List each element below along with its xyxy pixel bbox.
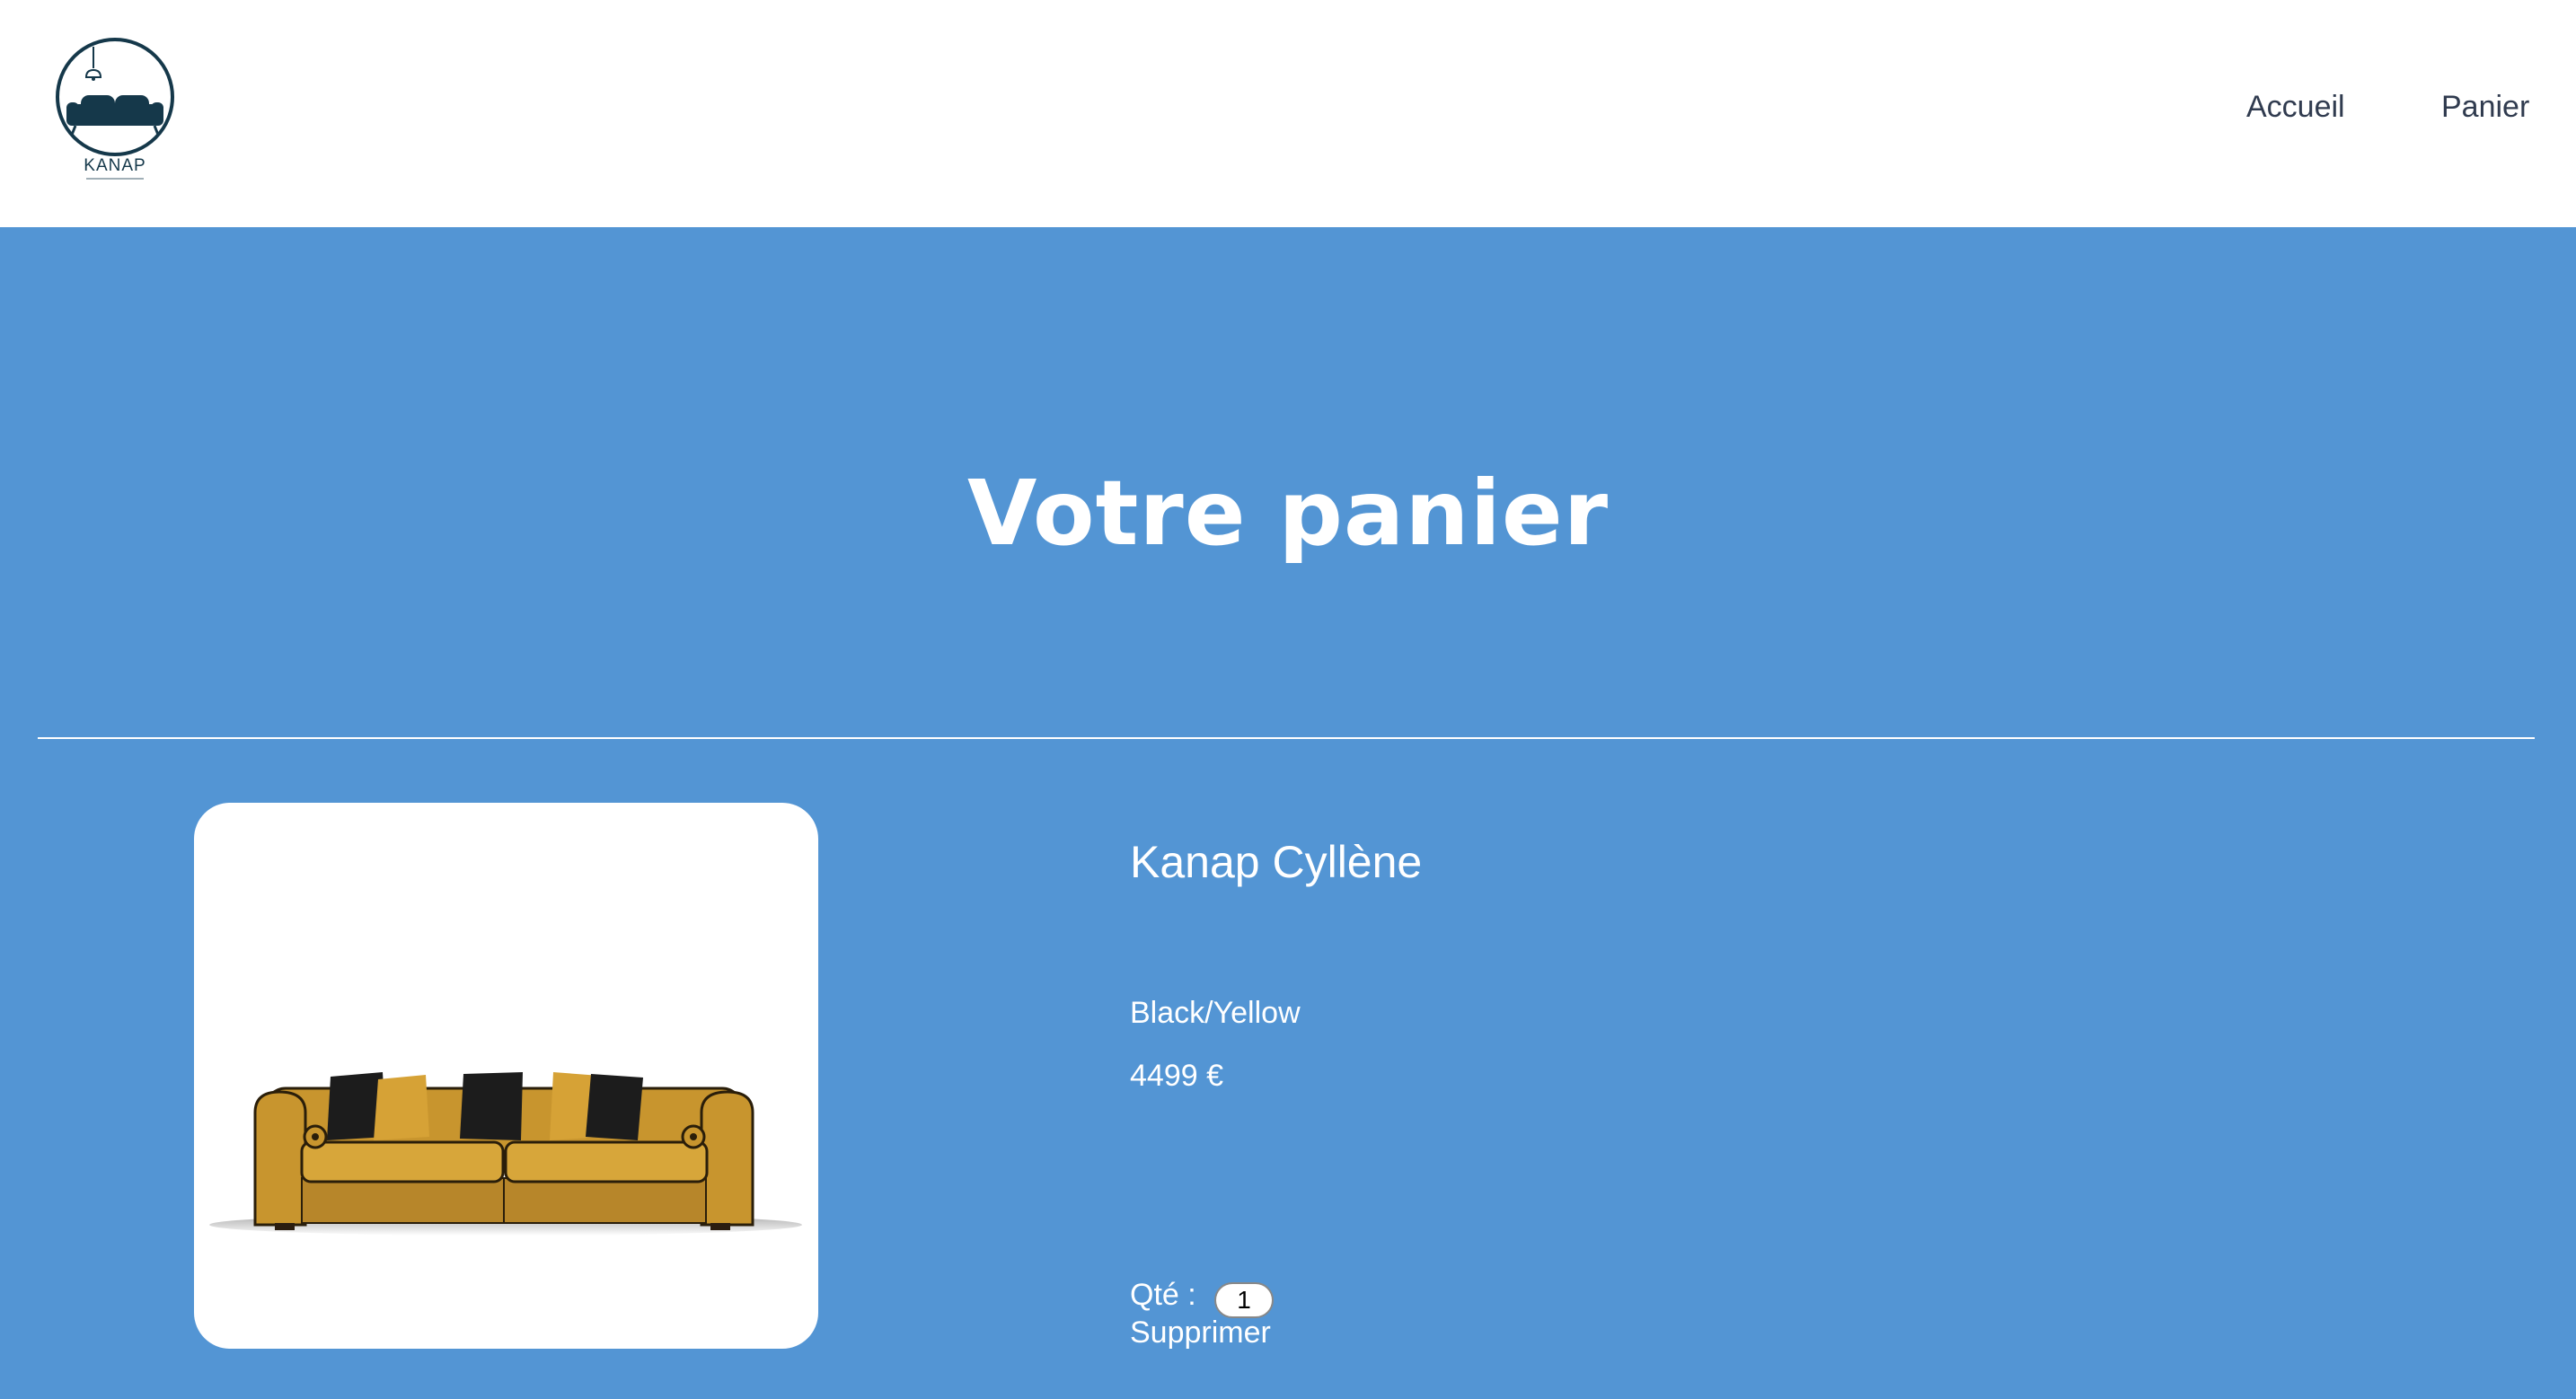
page-title: Votre panier (966, 461, 1610, 566)
logo-text: KANAP (84, 156, 146, 175)
product-price: 4499 € (1130, 1059, 1223, 1093)
quantity-input[interactable] (1214, 1282, 1274, 1318)
quantity-label: Qté : (1130, 1278, 1196, 1312)
delete-item-button[interactable]: Supprimer (1130, 1315, 1271, 1351)
sofa-image (209, 1072, 802, 1236)
product-name: Kanap Cyllène (1130, 837, 1423, 887)
nav-link-home[interactable]: Accueil (2246, 90, 2345, 125)
sofa-logo-icon (56, 38, 174, 156)
site-header: KANAP Accueil Panier (0, 0, 2576, 227)
cart-section: Votre panier Kanap Cyllène Black/Yellow … (0, 227, 2576, 1399)
product-color: Black/Yellow (1130, 996, 1301, 1030)
section-divider (38, 737, 2535, 739)
logo-underline (86, 178, 144, 180)
nav-link-cart[interactable]: Panier (2441, 90, 2529, 125)
kanap-logo[interactable]: KANAP (56, 38, 174, 181)
product-image (194, 803, 818, 1349)
